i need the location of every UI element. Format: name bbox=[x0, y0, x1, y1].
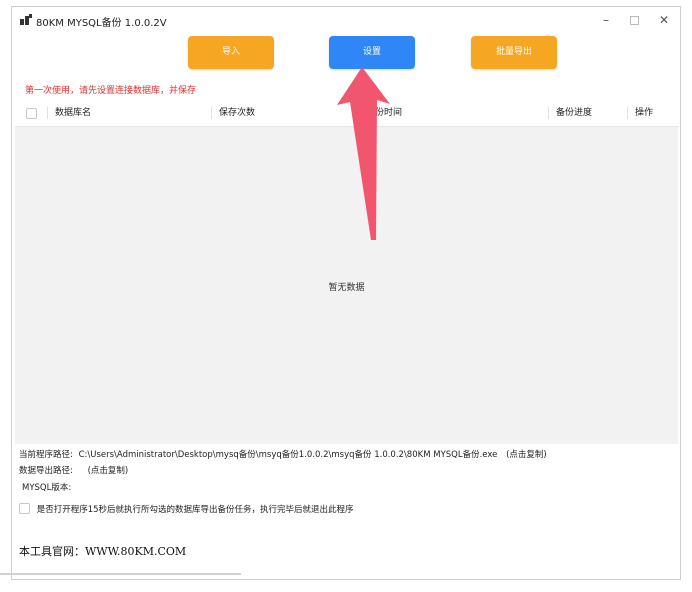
bottom-scroll-track bbox=[0, 573, 241, 575]
annotation-arrow-icon bbox=[337, 67, 390, 240]
